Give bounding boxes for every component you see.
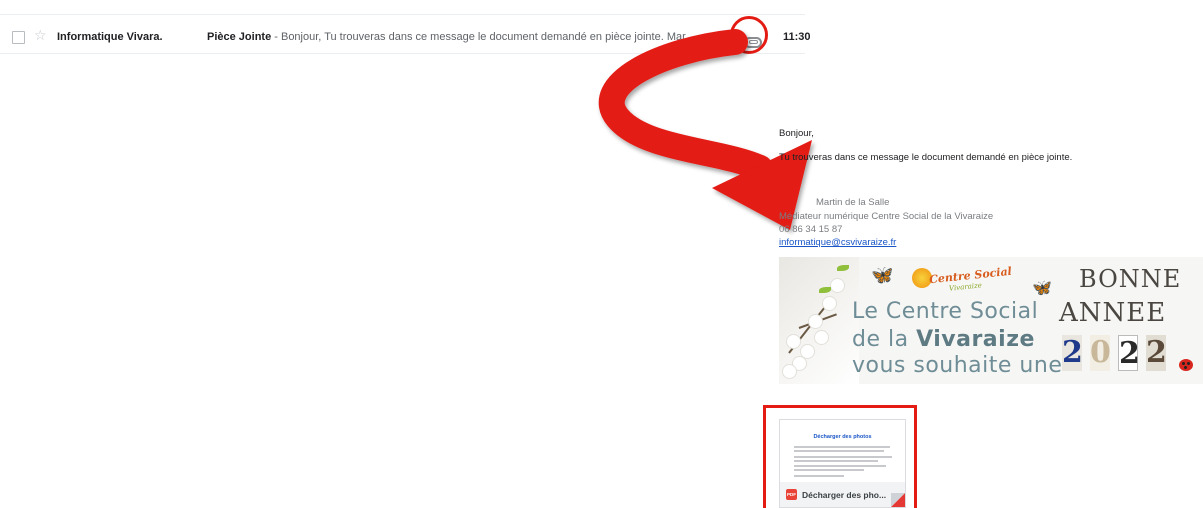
banner-line-2-bold: Vivaraize — [916, 327, 1035, 352]
year-digit: 2 — [1146, 335, 1167, 371]
curved-arrow-annotation — [598, 29, 812, 230]
signature-name: Martin de la Salle — [816, 197, 890, 208]
signature-role: Médiateur numérique Centre Social de la … — [779, 211, 994, 222]
banner-greeting-annee: ANNEE — [1059, 298, 1167, 328]
banner-line-2: de la Vivaraize — [852, 327, 1035, 352]
blossom-branch — [779, 257, 859, 384]
butterfly-icon: 🦋 — [871, 265, 894, 286]
banner-line-1: Le Centre Social — [852, 299, 1039, 324]
pdf-attachment-card[interactable]: Décharger des photos PDF Décharger des p… — [779, 419, 906, 508]
banner-greeting-bonne: BONNE — [1079, 265, 1182, 293]
email-greeting: Bonjour, — [779, 128, 814, 139]
signature-phone: 06 86 34 15 87 — [779, 224, 843, 235]
attachment-preview-title: Décharger des photos — [813, 434, 872, 440]
year-digits: 2 0 2 2 — [1062, 335, 1172, 375]
banner-line-3: vous souhaite une — [852, 353, 1063, 378]
greeting-banner-image: 🦋 🦋 Centre Social Vivaraize Le Centre So… — [779, 257, 1203, 384]
ladybug-icon — [1179, 359, 1193, 371]
attachment-footer: PDF Décharger des pho... — [780, 482, 905, 507]
year-digit: 2 — [1118, 335, 1140, 371]
attachment-filename: Décharger des pho... — [802, 490, 887, 500]
attachment-preview: Décharger des photos — [780, 420, 905, 482]
butterfly-icon: 🦋 — [1032, 278, 1052, 297]
banner-line-2-prefix: de la — [852, 327, 917, 352]
email-message: Tu trouveras dans ce message le document… — [779, 152, 1073, 163]
signature-email-link[interactable]: informatique@csvivaraize.fr — [779, 237, 896, 248]
year-digit: 2 — [1062, 335, 1083, 371]
year-digit: 0 — [1090, 335, 1111, 371]
pdf-icon: PDF — [786, 489, 797, 500]
